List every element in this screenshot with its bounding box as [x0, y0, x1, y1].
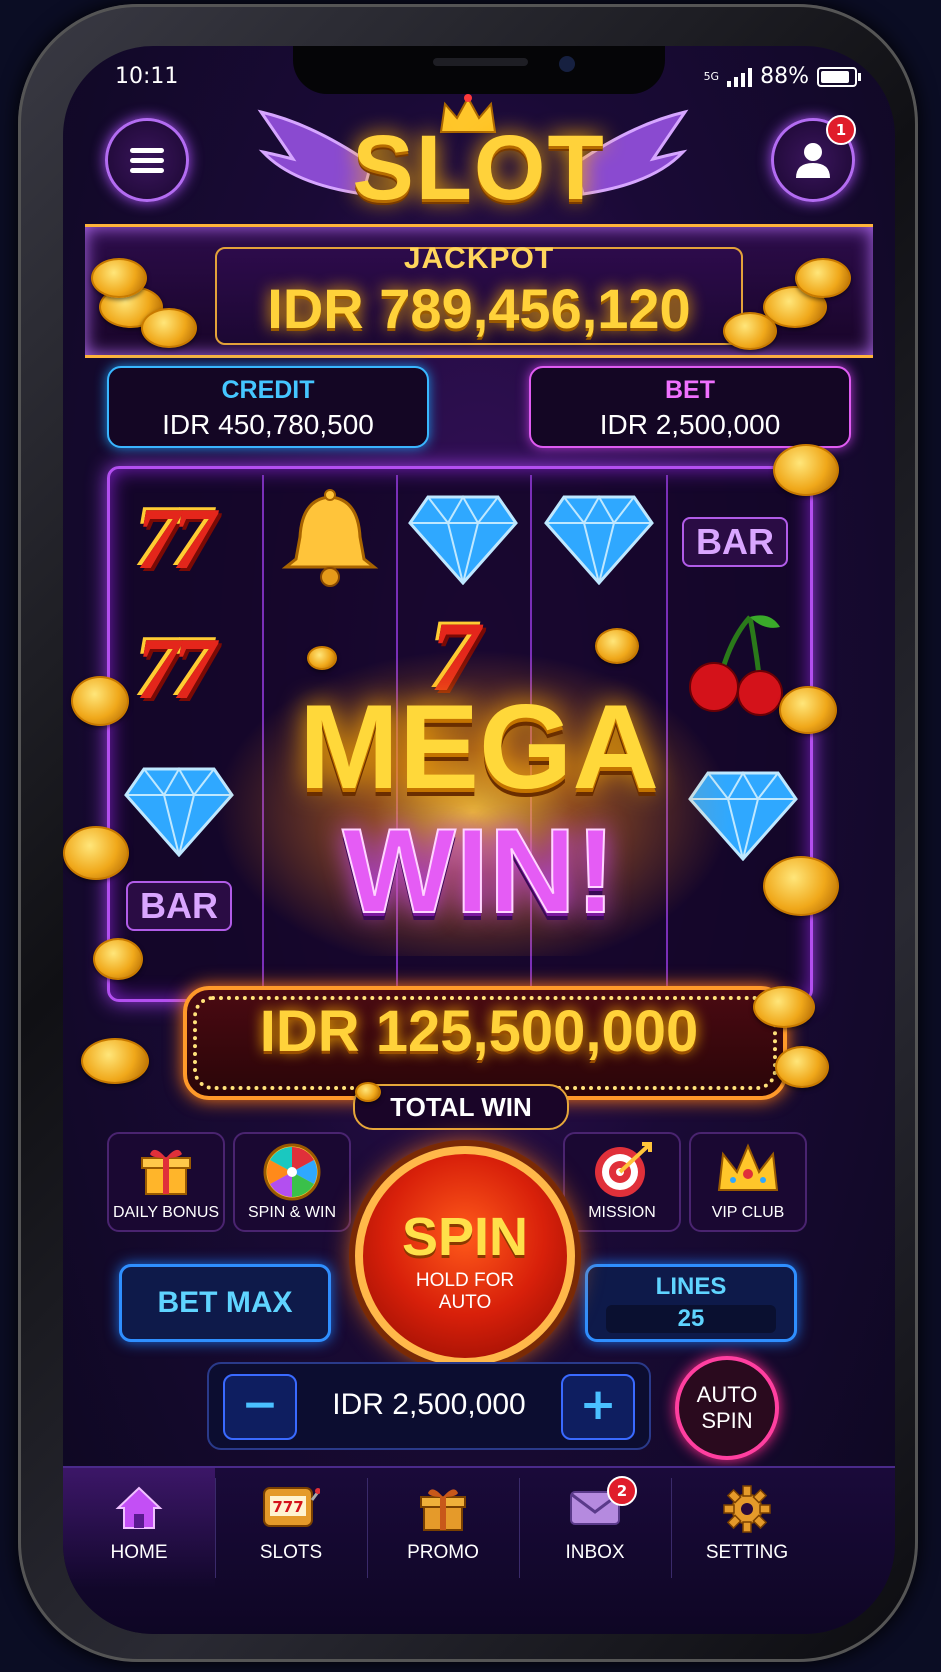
- coin-icon: [775, 1046, 829, 1088]
- bet-value: IDR 2,500,000: [599, 409, 781, 440]
- spin-sublabel: HOLD FOR AUTO: [415, 1270, 515, 1313]
- coin-icon: [63, 826, 129, 880]
- coin-icon: [753, 986, 815, 1028]
- bet-max-button[interactable]: BET MAX: [119, 1264, 331, 1342]
- nav-promo[interactable]: PROMO: [367, 1468, 519, 1588]
- spin-button[interactable]: SPIN HOLD FOR AUTO: [355, 1146, 575, 1366]
- vip-club-button[interactable]: VIP CLUB: [689, 1132, 807, 1232]
- daily-bonus-button[interactable]: DAILY BONUS: [107, 1132, 225, 1232]
- nav-slots-label: SLOTS: [259, 1542, 323, 1563]
- lines-button[interactable]: LINES 25: [585, 1264, 797, 1342]
- bar-symbol: BAR: [682, 517, 788, 567]
- coin-icon: [71, 676, 129, 726]
- nav-slots[interactable]: 777 SLOTS: [215, 1468, 367, 1588]
- lines-value: 25: [606, 1305, 776, 1333]
- coin-icon: [779, 686, 837, 734]
- nav-home[interactable]: HOME: [63, 1468, 215, 1588]
- status-time: 10:11: [115, 64, 179, 89]
- gift-icon: [420, 1489, 466, 1531]
- lines-label: LINES: [655, 1273, 727, 1300]
- mega-text: MEGA: [299, 680, 659, 814]
- inbox-badge: 2: [607, 1476, 637, 1506]
- phone-frame: 10:11 5G 88% 1 SLOT JACKPOT IDR 789,456,…: [18, 4, 918, 1662]
- credit-box: CREDIT IDR 450,780,500: [107, 366, 429, 448]
- coin-icon: [763, 856, 839, 916]
- spin-label: SPIN: [401, 1207, 529, 1267]
- bet-label: BET: [665, 376, 715, 404]
- diamond-icon: [544, 494, 654, 585]
- coin-icon: [93, 938, 143, 980]
- battery-icon: [817, 66, 861, 87]
- status-bar: 10:11 5G 88%: [63, 64, 895, 94]
- bet-box: BET IDR 2,500,000: [529, 366, 851, 448]
- network-icon: 5G: [703, 70, 720, 83]
- seven-symbol: 77: [136, 491, 216, 588]
- slot-machine-icon: 777: [263, 1487, 320, 1527]
- daily-bonus-label: DAILY BONUS: [112, 1204, 220, 1221]
- target-icon: [595, 1142, 652, 1197]
- decrease-bet-button[interactable]: −: [223, 1374, 297, 1440]
- nav-inbox[interactable]: 2 INBOX: [519, 1468, 671, 1588]
- home-icon: [115, 1486, 163, 1529]
- spin-win-label: SPIN & WIN: [247, 1204, 336, 1221]
- app-logo: SLOT: [352, 117, 606, 219]
- bet-amount: IDR 2,500,000: [332, 1388, 526, 1421]
- app-screen: 10:11 5G 88% 1 SLOT JACKPOT IDR 789,456,…: [63, 46, 895, 1634]
- mission-label: MISSION: [588, 1204, 656, 1221]
- mission-button[interactable]: MISSION: [563, 1132, 681, 1232]
- coin-icon: [595, 628, 639, 664]
- nav-inbox-label: INBOX: [565, 1542, 625, 1563]
- credit-value: IDR 450,780,500: [162, 409, 374, 440]
- spin-win-button[interactable]: SPIN & WIN: [233, 1132, 351, 1232]
- increase-bet-button[interactable]: +: [561, 1374, 635, 1440]
- nav-promo-label: PROMO: [407, 1542, 479, 1563]
- jackpot-value: IDR 789,456,120: [267, 277, 691, 340]
- nav-setting-label: SETTING: [705, 1542, 789, 1563]
- status-right: 5G 88%: [703, 64, 861, 89]
- bell-icon: [281, 489, 379, 587]
- gear-icon: [723, 1485, 771, 1533]
- total-win-label: TOTAL WIN: [353, 1084, 569, 1130]
- nav-home-label: HOME: [110, 1542, 168, 1563]
- diamond-icon: [408, 494, 518, 585]
- coin-icon: [773, 444, 839, 496]
- gift-icon: [141, 1149, 191, 1195]
- credit-label: CREDIT: [221, 376, 315, 404]
- bet-stepper: − IDR 2,500,000 +: [207, 1362, 651, 1450]
- signal-icon: [727, 67, 753, 87]
- battery-percent: 88%: [760, 64, 809, 89]
- wheel-icon: [263, 1143, 321, 1201]
- crown-icon: [717, 1143, 779, 1191]
- auto-spin-button[interactable]: AUTO SPIN: [675, 1356, 779, 1460]
- coin-icon: [355, 1082, 381, 1102]
- jackpot-label: JACKPOT: [403, 242, 555, 275]
- svg-text:777: 777: [272, 1498, 303, 1516]
- auto-spin-label: AUTO SPIN: [696, 1382, 758, 1433]
- bottom-nav: HOME 777 SLOTS PROMO 2 INBOX SETTING: [63, 1466, 895, 1634]
- coin-icon: [81, 1038, 149, 1084]
- nav-setting[interactable]: SETTING: [671, 1468, 823, 1588]
- vip-club-label: VIP CLUB: [711, 1204, 785, 1221]
- coin-icon: [307, 646, 337, 670]
